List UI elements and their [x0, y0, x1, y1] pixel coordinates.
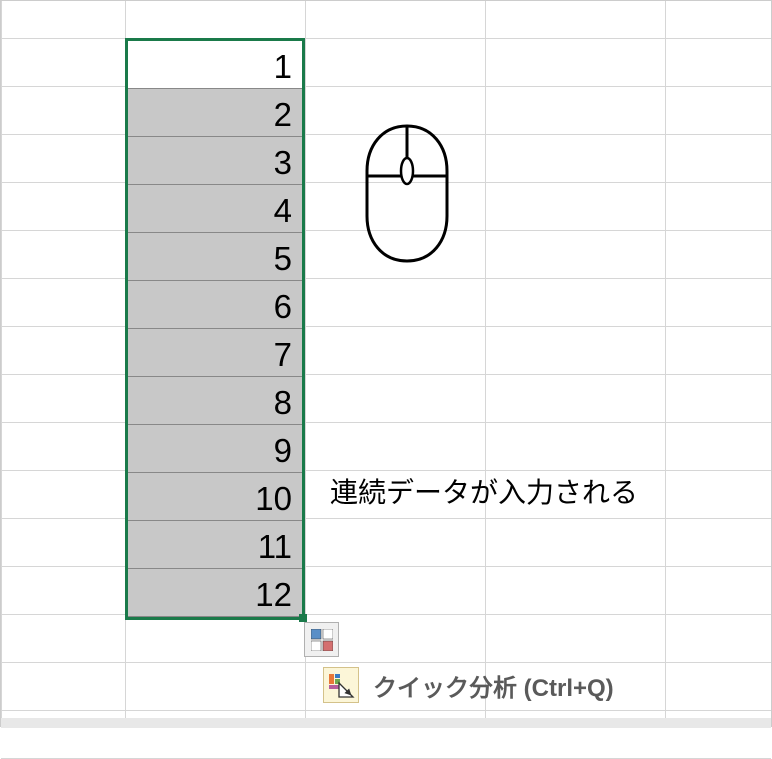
cell-value[interactable]: 6 — [128, 281, 302, 329]
cell-value[interactable]: 4 — [128, 185, 302, 233]
cell-value[interactable]: 9 — [128, 425, 302, 473]
selected-range[interactable]: 1 2 3 4 5 6 7 8 9 10 11 12 — [125, 38, 305, 620]
cell-value[interactable]: 1 — [128, 41, 302, 89]
quick-analysis-tooltip[interactable]: クイック分析 (Ctrl+Q) — [323, 667, 614, 703]
cell-value[interactable]: 12 — [128, 569, 302, 617]
fill-handle[interactable] — [299, 614, 307, 622]
quick-analysis-label: クイック分析 (Ctrl+Q) — [373, 668, 614, 703]
cell-value[interactable]: 5 — [128, 233, 302, 281]
cell-value[interactable]: 8 — [128, 377, 302, 425]
autofill-options-icon — [311, 629, 333, 651]
annotation-label: 連続データが入力される — [330, 471, 638, 511]
cell-value[interactable]: 3 — [128, 137, 302, 185]
cell-value[interactable]: 2 — [128, 89, 302, 137]
spreadsheet-grid-background — [1, 1, 771, 726]
quick-analysis-icon — [323, 667, 359, 703]
autofill-options-button[interactable] — [304, 622, 339, 657]
cell-value[interactable]: 7 — [128, 329, 302, 377]
mouse-icon — [357, 121, 457, 271]
cell-value[interactable]: 11 — [128, 521, 302, 569]
cell-value[interactable]: 10 — [128, 473, 302, 521]
